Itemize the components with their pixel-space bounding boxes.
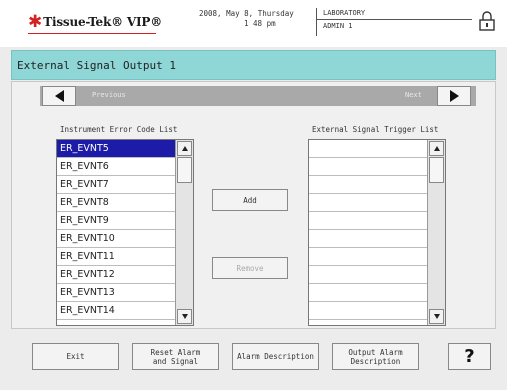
list-item[interactable]: ER_EVNT9 — [57, 212, 175, 230]
list-item[interactable]: ER_EVNT12 — [57, 266, 175, 284]
list-item[interactable]: ER_EVNT11 — [57, 248, 175, 266]
list-item[interactable] — [309, 194, 427, 212]
add-button[interactable]: Add — [212, 189, 288, 211]
previous-button[interactable] — [42, 86, 76, 106]
trigger-list[interactable] — [308, 139, 446, 326]
scroll-thumb[interactable] — [177, 157, 192, 183]
list-item[interactable] — [309, 140, 427, 158]
list-item[interactable]: ER_EVNT5 — [57, 140, 175, 158]
error-code-scrollbar[interactable] — [175, 140, 193, 325]
list-item[interactable]: ER_EVNT8 — [57, 194, 175, 212]
brand-logo: ✱ Tissue-Tek® VIP® — [28, 12, 162, 32]
reset-alarm-button[interactable]: Reset Alarm and Signal — [132, 343, 219, 370]
reset-alarm-label: Reset Alarm and Signal — [151, 348, 201, 366]
list-item[interactable] — [309, 302, 427, 320]
user-label: ADMIN 1 — [323, 22, 353, 30]
list-item[interactable] — [309, 212, 427, 230]
scroll-down-button[interactable] — [177, 309, 192, 324]
error-code-rows: ER_EVNT5 ER_EVNT6 ER_EVNT7 ER_EVNT8 ER_EVNT9… — [57, 140, 175, 320]
list-item[interactable]: ER_EVNT10 — [57, 230, 175, 248]
scroll-down-button[interactable] — [429, 309, 444, 324]
reset-alarm-line1: Reset Alarm — [150, 347, 201, 357]
date-display: 2008, May 8, Thursday 1 48 pm — [199, 9, 309, 29]
list-item[interactable]: ER_EVNT14 — [57, 302, 175, 320]
trigger-list-title: External Signal Trigger List — [312, 125, 439, 134]
triangle-left-icon — [54, 90, 64, 102]
list-item[interactable] — [309, 266, 427, 284]
list-item[interactable] — [309, 230, 427, 248]
list-item[interactable] — [309, 158, 427, 176]
triangle-right-icon — [449, 90, 459, 102]
scroll-up-button[interactable] — [429, 141, 444, 156]
error-code-list[interactable]: ER_EVNT5 ER_EVNT6 ER_EVNT7 ER_EVNT8 ER_EVNT9… — [56, 139, 194, 326]
help-button[interactable]: ? — [448, 343, 491, 370]
list-item[interactable]: ER_EVNT7 — [57, 176, 175, 194]
trigger-rows — [309, 140, 427, 320]
output-alarm-line1: Output Alarm — [348, 347, 403, 357]
arrow-down-icon — [181, 314, 188, 319]
arrow-up-icon — [433, 146, 440, 151]
alarm-description-button[interactable]: Alarm Description — [232, 343, 319, 370]
list-item[interactable]: ER_EVNT6 — [57, 158, 175, 176]
header: ✱ Tissue-Tek® VIP® 2008, May 8, Thursday… — [0, 0, 507, 47]
remove-button[interactable]: Remove — [212, 257, 288, 279]
location-label: LABORATORY — [323, 9, 366, 17]
user-info: LABORATORY ADMIN 1 — [316, 8, 476, 36]
output-alarm-label: Output Alarm Description — [348, 348, 402, 366]
brand-name: Tissue-Tek® VIP® — [43, 15, 163, 29]
next-label: Next — [405, 91, 422, 99]
lock-icon[interactable] — [478, 10, 496, 32]
page-title-bar: External Signal Output 1 — [11, 50, 496, 80]
time-line: 1 48 pm — [244, 19, 276, 28]
logo-underline — [28, 33, 156, 34]
list-item[interactable] — [309, 176, 427, 194]
list-item[interactable] — [309, 284, 427, 302]
output-alarm-description-button[interactable]: Output Alarm Description — [332, 343, 419, 370]
arrow-down-icon — [433, 314, 440, 319]
scroll-up-button[interactable] — [177, 141, 192, 156]
previous-label: Previous — [92, 91, 126, 99]
reset-alarm-line2: and Signal — [152, 356, 199, 366]
star-icon: ✱ — [28, 11, 43, 32]
next-button[interactable] — [437, 86, 471, 106]
output-alarm-line2: Description — [350, 356, 401, 366]
page-title: External Signal Output 1 — [17, 59, 176, 72]
list-item[interactable]: ER_EVNT13 — [57, 284, 175, 302]
screen: ✱ Tissue-Tek® VIP® 2008, May 8, Thursday… — [0, 0, 507, 390]
date-line: 2008, May 8, Thursday — [199, 9, 294, 18]
exit-button[interactable]: Exit — [32, 343, 119, 370]
list-item[interactable] — [309, 248, 427, 266]
user-info-divider — [317, 19, 472, 20]
arrow-up-icon — [181, 146, 188, 151]
scroll-thumb[interactable] — [429, 157, 444, 183]
error-code-list-title: Instrument Error Code List — [60, 125, 178, 134]
trigger-scrollbar[interactable] — [427, 140, 445, 325]
